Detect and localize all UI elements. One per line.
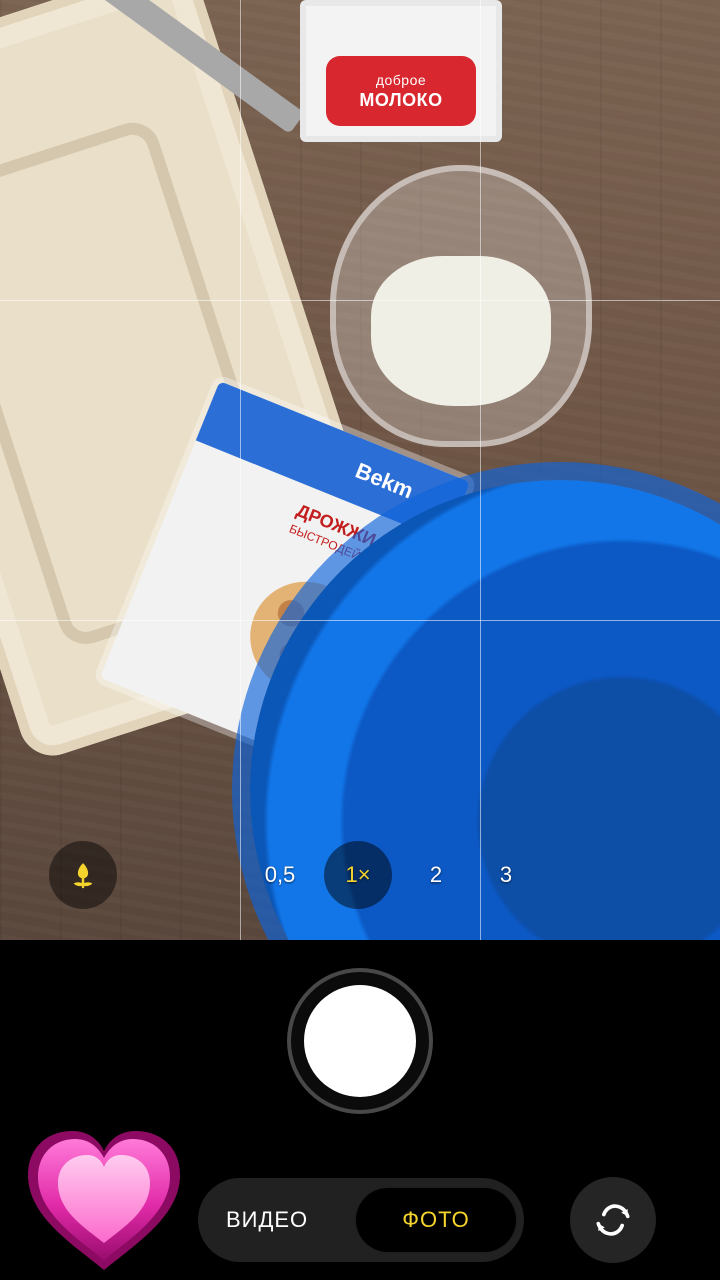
- zoom-2-button[interactable]: 2: [410, 849, 462, 901]
- zoom-selector: 0,5 1× 2 3: [254, 839, 532, 911]
- shutter-button[interactable]: [287, 968, 433, 1114]
- mode-photo-tab[interactable]: ФОТО: [354, 1186, 518, 1254]
- measuring-cup: [330, 165, 592, 447]
- mode-video-tab[interactable]: ВИДЕО: [226, 1178, 308, 1262]
- grid-line-horizontal-2: [0, 620, 720, 621]
- flip-camera-button[interactable]: [570, 1177, 656, 1263]
- milk-text: доброе МОЛОКО: [306, 72, 496, 111]
- milk-carton: доброе МОЛОКО: [300, 0, 502, 142]
- flip-camera-icon: [596, 1204, 630, 1236]
- viewfinder[interactable]: доброе МОЛОКО Bekm ДРОЖЖИ БЫСТРОДЕЙСТВУЮ…: [0, 0, 720, 940]
- capture-mode-switcher: ВИДЕО ФОТО: [198, 1178, 524, 1262]
- cup-milk: [371, 256, 551, 406]
- milk-text-small: доброе: [375, 72, 427, 88]
- zoom-3-button[interactable]: 3: [480, 849, 532, 901]
- macro-tulip-icon: [73, 863, 93, 889]
- shutter-button-inner: [304, 985, 416, 1097]
- heart-emoji-icon[interactable]: [20, 1125, 188, 1275]
- grid-line-vertical-2: [480, 0, 481, 940]
- camera-screen: доброе МОЛОКО Bekm ДРОЖЖИ БЫСТРОДЕЙСТВУЮ…: [0, 0, 720, 1280]
- zoom-1x-button[interactable]: 1×: [324, 841, 392, 909]
- milk-text-big: МОЛОКО: [359, 90, 443, 110]
- grid-line-horizontal-1: [0, 300, 720, 301]
- grid-line-vertical-1: [240, 0, 241, 940]
- zoom-0-5-button[interactable]: 0,5: [254, 849, 306, 901]
- yeast-brand: Bekm: [352, 457, 417, 504]
- macro-mode-button[interactable]: [49, 841, 117, 909]
